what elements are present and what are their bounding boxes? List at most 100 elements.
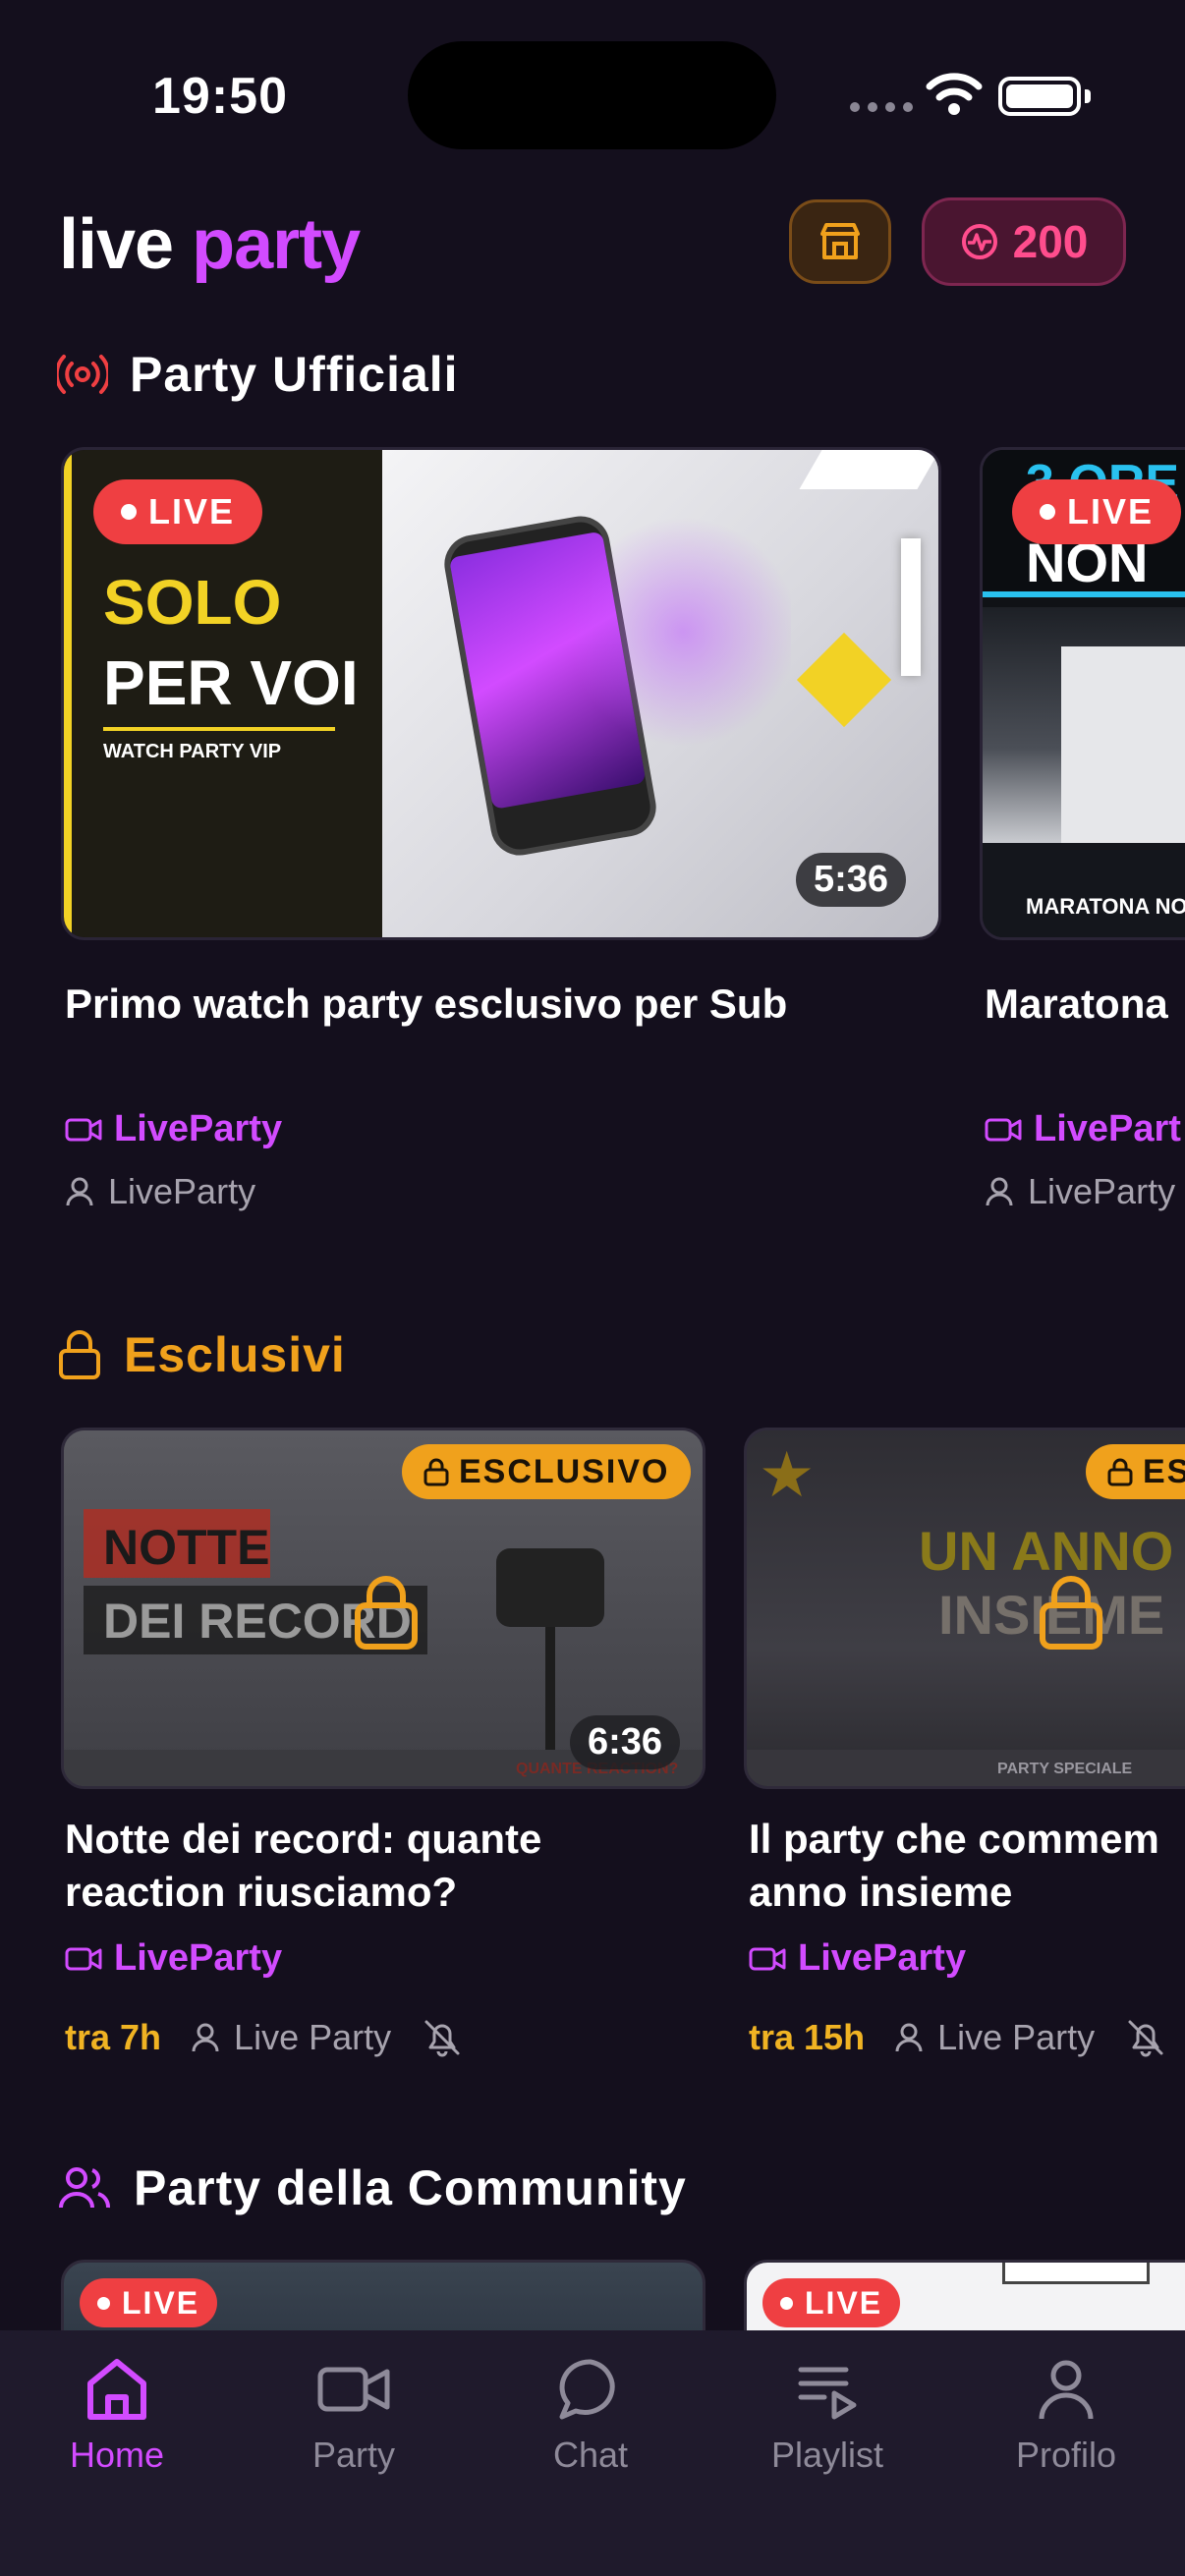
section-official-header: Party Ufficiali bbox=[57, 346, 459, 403]
host-name: Live Party bbox=[937, 2017, 1096, 2057]
logo-live: live bbox=[59, 205, 174, 284]
host-name: LiveParty bbox=[1028, 1171, 1176, 1211]
lock-icon bbox=[1107, 1458, 1133, 1486]
bottom-nav: Home Party Chat Playlist Profilo bbox=[0, 2330, 1185, 2576]
wifi-icon bbox=[926, 73, 983, 115]
store-icon bbox=[820, 223, 860, 259]
duration-label: 5:36 bbox=[796, 853, 907, 907]
official-card-1-host: LiveParty bbox=[65, 1171, 255, 1212]
video-camera-icon bbox=[65, 1947, 102, 1970]
user-icon bbox=[895, 2023, 923, 2052]
users-icon bbox=[59, 2167, 110, 2209]
official-card-2-channel[interactable]: LivePart bbox=[985, 1108, 1181, 1150]
chat-bubble-icon bbox=[559, 2359, 615, 2420]
coin-pulse-icon bbox=[961, 224, 997, 259]
battery-cap bbox=[1085, 89, 1091, 103]
playlist-icon bbox=[798, 2367, 857, 2420]
channel-name: LiveParty bbox=[114, 1108, 283, 1149]
nav-party-label: Party bbox=[311, 2435, 396, 2475]
official-card-1-thumbnail[interactable]: SOLO PER VOI WATCH PARTY VIP LIVE 5:36 bbox=[61, 447, 941, 940]
thumb-headline-1: SOLO bbox=[103, 567, 282, 638]
start-time: tra 7h bbox=[65, 2017, 162, 2057]
live-badge: LIVE bbox=[1012, 479, 1182, 544]
exclusive-card-1-thumbnail[interactable]: NOTTE DEI RECORD QUANTE REACTION? ESCLUS… bbox=[61, 1428, 705, 1789]
exclusive-card-2-title[interactable]: Il party che commem anno insieme bbox=[749, 1813, 1159, 1919]
exclusive-badge-label: ESCLUSIVO bbox=[459, 1452, 670, 1490]
thumb-subline: MARATONA NO bbox=[1026, 894, 1185, 919]
coins-value: 200 bbox=[1012, 216, 1089, 267]
host: Live Party bbox=[894, 2017, 1095, 2058]
title-line-2: reaction riusciamo? bbox=[65, 1869, 458, 1915]
nav-chat[interactable]: Chat bbox=[502, 2356, 679, 2476]
thumb-headline-1: NOTTE bbox=[103, 1520, 270, 1575]
shop-button[interactable] bbox=[789, 199, 891, 284]
logo-party: party bbox=[192, 205, 361, 284]
bell-off-icon[interactable] bbox=[1124, 2016, 1167, 2059]
star-icon: ★ bbox=[759, 1439, 816, 1510]
official-card-2-title[interactable]: Maratona bbox=[985, 978, 1168, 1031]
exclusive-badge: ESCLUSIVO bbox=[402, 1444, 692, 1499]
exclusive-card-1-title[interactable]: Notte dei record: quante reaction riusci… bbox=[65, 1813, 541, 1919]
channel-name: LivePart bbox=[1034, 1108, 1181, 1149]
locked-overlay-icon bbox=[1040, 1576, 1102, 1650]
nav-party[interactable]: Party bbox=[265, 2356, 442, 2476]
duration-label: 6:36 bbox=[570, 1715, 681, 1769]
live-badge-label: LIVE bbox=[805, 2284, 883, 2321]
nav-playlist-label: Playlist bbox=[770, 2435, 884, 2475]
user-icon bbox=[1039, 2360, 1094, 2420]
exclusive-badge-label: ES bbox=[1143, 1452, 1185, 1490]
live-badge: LIVE bbox=[93, 479, 263, 544]
signal-icon bbox=[850, 102, 913, 112]
official-card-1-channel[interactable]: LiveParty bbox=[65, 1108, 282, 1150]
user-icon bbox=[192, 2023, 219, 2052]
section-exclusive-title: Esclusivi bbox=[124, 1327, 346, 1382]
thumb-headline-2: PER VOI bbox=[103, 647, 359, 718]
thumb-subline: PARTY SPECIALE bbox=[997, 1761, 1133, 1777]
home-icon bbox=[87, 2359, 146, 2420]
video-camera-icon bbox=[985, 1118, 1022, 1141]
exclusive-card-2-channel[interactable]: LiveParty bbox=[749, 1937, 966, 1980]
exclusive-badge: ES bbox=[1086, 1444, 1185, 1499]
locked-overlay-icon bbox=[355, 1576, 418, 1650]
exclusive-card-1-channel[interactable]: LiveParty bbox=[65, 1937, 282, 1980]
section-community-header: Party della Community bbox=[57, 2159, 687, 2216]
nav-home-label: Home bbox=[69, 2435, 165, 2475]
user-icon bbox=[66, 1177, 93, 1206]
official-card-1-title[interactable]: Primo watch party esclusivo per Sub bbox=[65, 978, 787, 1031]
nav-chat-label: Chat bbox=[552, 2435, 629, 2475]
section-official-title: Party Ufficiali bbox=[130, 347, 459, 402]
host-name: LiveParty bbox=[108, 1171, 256, 1211]
live-badge-label: LIVE bbox=[122, 2284, 200, 2321]
title-line-2: anno insieme bbox=[749, 1869, 1013, 1915]
nav-home[interactable]: Home bbox=[28, 2356, 205, 2476]
battery-icon bbox=[998, 77, 1081, 116]
broadcast-icon bbox=[57, 355, 108, 394]
channel-name: LiveParty bbox=[114, 1937, 283, 1979]
exclusive-card-1-meta: tra 7h Live Party bbox=[65, 2016, 464, 2059]
dynamic-island bbox=[408, 41, 776, 149]
coins-balance-button[interactable]: 200 bbox=[922, 197, 1126, 286]
section-community-title: Party della Community bbox=[134, 2160, 687, 2215]
nav-profilo-label: Profilo bbox=[1015, 2435, 1117, 2475]
video-camera-icon bbox=[317, 2367, 390, 2412]
lock-icon bbox=[423, 1458, 449, 1486]
nav-playlist[interactable]: Playlist bbox=[739, 2356, 916, 2476]
nav-profilo[interactable]: Profilo bbox=[978, 2356, 1155, 2476]
host-name: Live Party bbox=[234, 2017, 392, 2057]
app-logo: live party bbox=[59, 204, 361, 285]
title-line-1: Il party che commem bbox=[749, 1816, 1159, 1862]
live-badge-label: LIVE bbox=[148, 491, 236, 532]
title-line-1: Notte dei record: quante bbox=[65, 1816, 542, 1862]
official-card-2-thumbnail[interactable]: 3 ORE NON MARATONA NO LIVE bbox=[980, 447, 1185, 940]
video-camera-icon bbox=[749, 1947, 786, 1970]
channel-name: LiveParty bbox=[798, 1937, 967, 1979]
bell-off-icon[interactable] bbox=[421, 2016, 464, 2059]
exclusive-card-2-thumbnail[interactable]: ★ UN ANNO INSIEME PARTY SPECIALE ES bbox=[744, 1428, 1185, 1789]
live-badge-label: LIVE bbox=[1067, 491, 1155, 532]
start-time: tra 15h bbox=[749, 2017, 866, 2057]
section-exclusive-header: Esclusivi bbox=[57, 1326, 346, 1383]
status-time: 19:50 bbox=[152, 68, 288, 125]
lock-icon bbox=[59, 1330, 100, 1379]
video-camera-icon bbox=[65, 1118, 102, 1141]
exclusive-card-2-meta: tra 15h Live Party bbox=[749, 2016, 1167, 2059]
